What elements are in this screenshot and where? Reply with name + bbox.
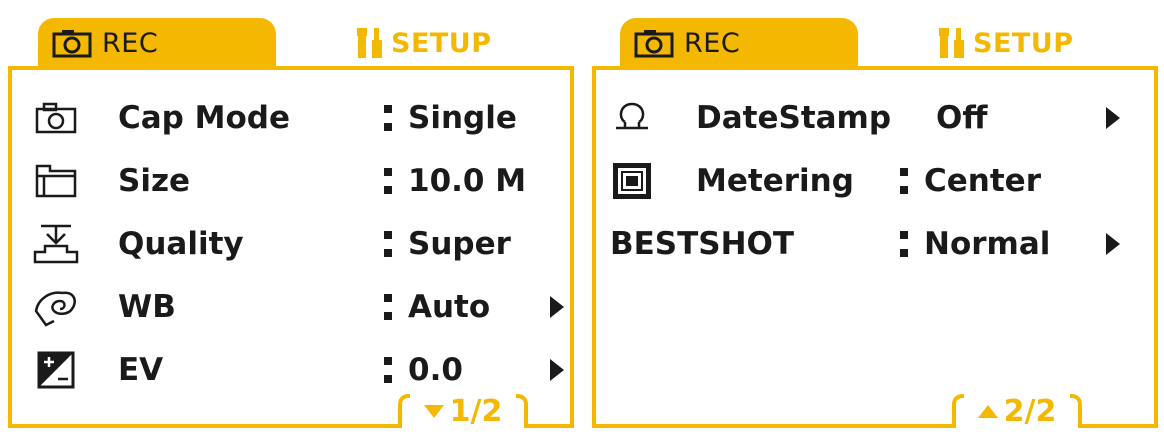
- white-balance-icon: [30, 283, 82, 331]
- menu-value: Single: [408, 100, 517, 136]
- menu-list: Cap Mode Single Size 10.0 M Quality Supe…: [8, 66, 574, 429]
- menu-label: Size: [118, 163, 191, 199]
- menu-row-datestamp[interactable]: DateStamp Off: [596, 88, 1154, 148]
- submenu-arrow-icon: [550, 359, 564, 381]
- submenu-arrow-icon: [550, 296, 564, 318]
- metering-icon: [606, 157, 658, 205]
- folder-size-icon: [30, 157, 82, 205]
- wrench-icon: [939, 28, 964, 58]
- menu-row-bestshot[interactable]: BESTSHOT Normal: [596, 214, 1154, 274]
- date-stamp-icon: [606, 94, 658, 142]
- menu-row-metering[interactable]: Metering Center: [596, 151, 1154, 211]
- camera-icon: [30, 94, 82, 142]
- menu-value: Super: [408, 226, 511, 262]
- value-separator: [900, 166, 908, 196]
- value-separator: [384, 355, 392, 385]
- menu-label: BESTSHOT: [610, 226, 795, 262]
- tab-rec-label: REC: [684, 27, 741, 59]
- menu-value: 0.0: [408, 352, 463, 388]
- menu-label: Cap Mode: [118, 100, 291, 136]
- tab-setup[interactable]: SETUP: [937, 18, 1137, 68]
- page-indicator[interactable]: 1/2: [398, 394, 528, 429]
- menu-row-ev[interactable]: EV 0.0: [12, 340, 570, 400]
- menu-label: Quality: [118, 226, 244, 262]
- camera-icon: [52, 30, 92, 58]
- value-separator: [384, 103, 392, 133]
- wrench-icon: [357, 28, 382, 58]
- menu-label: WB: [118, 289, 176, 325]
- tab-setup-label: SETUP: [973, 27, 1074, 59]
- menu-row-quality[interactable]: Quality Super: [12, 214, 570, 274]
- quality-stamp-icon: [30, 220, 82, 268]
- menu-value: Normal: [924, 226, 1051, 262]
- tab-setup[interactable]: SETUP: [355, 18, 555, 68]
- page-down-icon: [423, 404, 444, 418]
- tab-rec-label: REC: [102, 27, 159, 59]
- value-separator: [900, 229, 908, 259]
- menu-row-wb[interactable]: WB Auto: [12, 277, 570, 337]
- tab-rec[interactable]: REC: [38, 18, 276, 68]
- menu-label: DateStamp: [696, 100, 892, 136]
- exposure-compensation-icon: [30, 346, 82, 394]
- menu-value: 10.0 M: [408, 163, 527, 199]
- menu-value: Center: [924, 163, 1041, 199]
- menu-panel-page-2: REC SETUP DateStamp Off Metering Center …: [582, 0, 1164, 446]
- tab-rec[interactable]: REC: [620, 18, 858, 68]
- page-up-icon: [977, 404, 998, 418]
- menu-panel-page-1: REC SETUP Cap Mode Single Size 10.0 M Qu…: [0, 0, 582, 446]
- camera-icon: [634, 30, 674, 58]
- menu-row-cap-mode[interactable]: Cap Mode Single: [12, 88, 570, 148]
- menu-value: Auto: [408, 289, 491, 325]
- submenu-arrow-icon: [1106, 233, 1120, 255]
- tab-bar: REC SETUP: [582, 18, 1164, 68]
- menu-label: Metering: [696, 163, 854, 199]
- menu-value: Off: [936, 100, 988, 136]
- tab-bar: REC SETUP: [0, 18, 582, 68]
- menu-row-size[interactable]: Size 10.0 M: [12, 151, 570, 211]
- tab-setup-label: SETUP: [391, 27, 492, 59]
- value-separator: [384, 292, 392, 322]
- submenu-arrow-icon: [1106, 107, 1120, 129]
- menu-label: EV: [118, 352, 164, 388]
- menu-list: DateStamp Off Metering Center BESTSHOT N…: [592, 66, 1158, 429]
- page-indicator[interactable]: 2/2: [952, 394, 1082, 429]
- value-separator: [384, 229, 392, 259]
- value-separator: [384, 166, 392, 196]
